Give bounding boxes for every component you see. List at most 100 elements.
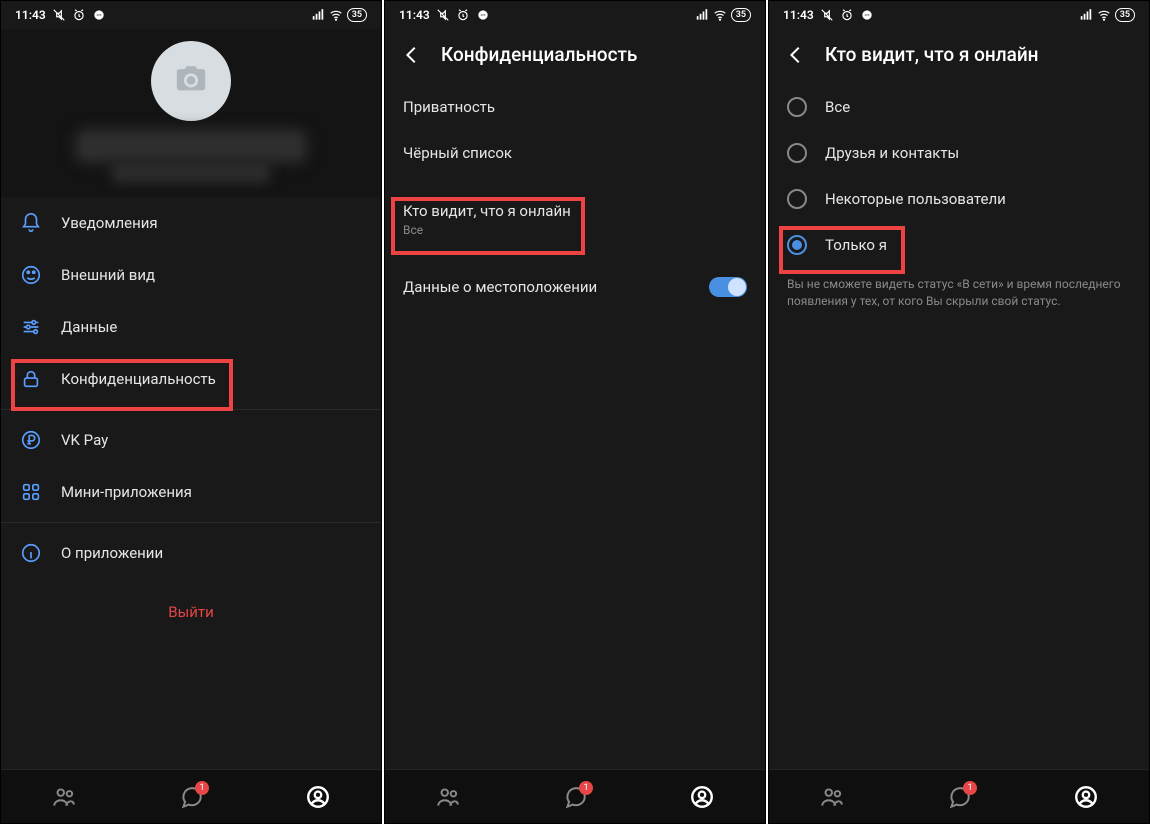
mute-icon [436, 8, 450, 22]
status-time: 11:43 [399, 8, 430, 22]
radio-icon [787, 189, 807, 209]
menu-appearance[interactable]: Внешний вид [1, 249, 381, 301]
profile-name-blurred [81, 135, 301, 157]
menu-vkpay[interactable]: VK Pay [1, 414, 381, 466]
menu-notifications[interactable]: Уведомления [1, 197, 381, 249]
bottom-nav: 1 [385, 769, 765, 823]
profile-header[interactable] [1, 29, 381, 197]
menu-label: Конфиденциальность [61, 370, 216, 388]
mute-icon [52, 8, 66, 22]
option-all[interactable]: Все [769, 84, 1149, 130]
alarm-icon [456, 8, 470, 22]
phone-screen-privacy: 11:43 35 Конфиденциальность Приватность … [384, 0, 766, 824]
battery-indicator: 35 [347, 8, 367, 22]
wifi-icon [713, 8, 727, 22]
menu-label: Уведомления [61, 214, 158, 232]
alarm-icon [840, 8, 854, 22]
location-toggle[interactable] [709, 277, 747, 297]
bottom-nav: 1 [769, 769, 1149, 823]
row-label: Данные о местоположении [403, 278, 597, 296]
nav-messages[interactable]: 1 [945, 783, 973, 811]
wifi-icon [1097, 8, 1111, 22]
phone-screen-online-visibility: 11:43 35 Кто видит, что я онлайн Все Дру… [768, 0, 1150, 824]
status-bar: 11:43 35 [769, 1, 1149, 29]
option-friends[interactable]: Друзья и контакты [769, 130, 1149, 176]
logout-label: Выйти [168, 603, 214, 621]
avatar-placeholder[interactable] [151, 41, 231, 121]
mute-icon [820, 8, 834, 22]
radio-icon [787, 143, 807, 163]
bottom-nav: 1 [1, 769, 381, 823]
menu-about[interactable]: О приложении [1, 527, 381, 579]
nav-contacts[interactable] [818, 783, 846, 811]
row-label: Приватность [403, 98, 495, 116]
option-label: Друзья и контакты [825, 144, 959, 162]
chat-bubble-icon [476, 8, 490, 22]
divider [1, 409, 381, 410]
nav-profile[interactable] [304, 783, 332, 811]
header-title: Кто видит, что я онлайн [825, 43, 1039, 66]
radio-icon [787, 97, 807, 117]
menu-label: О приложении [61, 544, 163, 562]
nav-contacts[interactable] [434, 783, 462, 811]
profile-sub-blurred [116, 165, 266, 179]
nav-messages[interactable]: 1 [561, 783, 589, 811]
back-button[interactable] [785, 44, 807, 66]
sliders-icon [19, 315, 43, 339]
status-bar: 11:43 35 [1, 1, 381, 29]
lock-icon [19, 367, 43, 391]
option-label: Все [825, 98, 850, 116]
info-icon [19, 541, 43, 565]
chat-bubble-icon [92, 8, 106, 22]
option-some[interactable]: Некоторые пользователи [769, 176, 1149, 222]
header-title: Конфиденциальность [441, 43, 637, 66]
row-blacklist[interactable]: Чёрный список [385, 130, 765, 176]
logout-button[interactable]: Выйти [1, 579, 381, 645]
row-privacy[interactable]: Приватность [385, 84, 765, 130]
ruble-icon [19, 428, 43, 452]
signal-icon [1079, 8, 1093, 22]
option-label: Только я [825, 236, 887, 254]
radio-icon [787, 235, 807, 255]
menu-data[interactable]: Данные [1, 301, 381, 353]
chat-bubble-icon [860, 8, 874, 22]
nav-contacts[interactable] [50, 783, 78, 811]
signal-icon [695, 8, 709, 22]
nav-badge: 1 [195, 781, 209, 795]
row-location[interactable]: Данные о местоположении [385, 263, 765, 311]
hint-text: Вы не сможете видеть статус «В сети» и в… [769, 268, 1149, 311]
menu-label: VK Pay [61, 431, 108, 449]
screen-header: Кто видит, что я онлайн [769, 29, 1149, 84]
menu-label: Мини-приложения [61, 483, 192, 501]
status-time: 11:43 [783, 8, 814, 22]
wifi-icon [329, 8, 343, 22]
back-button[interactable] [401, 44, 423, 66]
nav-messages[interactable]: 1 [177, 783, 205, 811]
row-who-sees-online[interactable]: Кто видит, что я онлайн Все [385, 188, 765, 251]
phone-screen-settings: 11:43 35 [0, 0, 382, 824]
camera-icon [174, 62, 208, 100]
bell-icon [19, 211, 43, 235]
menu-label: Внешний вид [61, 266, 155, 284]
option-label: Некоторые пользователи [825, 190, 1006, 208]
grid-icon [19, 480, 43, 504]
menu-privacy[interactable]: Конфиденциальность [1, 353, 381, 405]
row-label: Кто видит, что я онлайн [403, 202, 571, 220]
battery-indicator: 35 [1115, 8, 1135, 22]
nav-badge: 1 [963, 781, 977, 795]
menu-miniapps[interactable]: Мини-приложения [1, 466, 381, 518]
nav-profile[interactable] [688, 783, 716, 811]
status-time: 11:43 [15, 8, 46, 22]
battery-indicator: 35 [731, 8, 751, 22]
row-label: Чёрный список [403, 144, 512, 162]
nav-profile[interactable] [1072, 783, 1100, 811]
screen-header: Конфиденциальность [385, 29, 765, 84]
divider [1, 522, 381, 523]
alarm-icon [72, 8, 86, 22]
option-only-me[interactable]: Только я [769, 222, 1149, 268]
status-bar: 11:43 35 [385, 1, 765, 29]
row-sublabel: Все [403, 223, 423, 237]
palette-icon [19, 263, 43, 287]
menu-label: Данные [61, 318, 117, 336]
nav-badge: 1 [579, 781, 593, 795]
